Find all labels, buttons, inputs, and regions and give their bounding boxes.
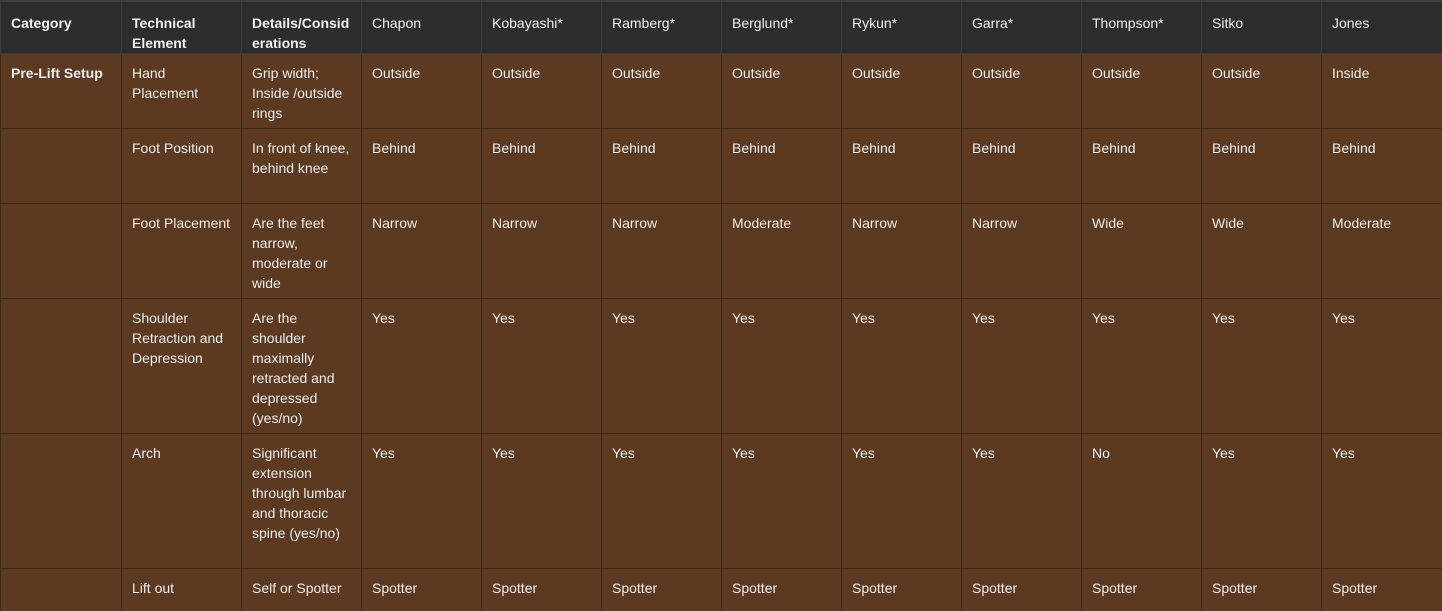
header-technical-element: Technical Element	[121, 0, 242, 54]
category-cell	[0, 433, 122, 569]
table-row: Arch Significant extension through lumba…	[0, 433, 1442, 569]
header-chapon: Chapon	[361, 0, 482, 54]
value-cell: Narrow	[601, 203, 722, 299]
details-cell: In front of knee, behind knee	[241, 128, 362, 204]
value-cell: Yes	[1201, 298, 1322, 434]
value-cell: Inside	[1321, 53, 1442, 129]
element-cell: Foot Position	[121, 128, 242, 204]
value-cell: No	[1081, 433, 1202, 569]
header-jones: Jones	[1321, 0, 1442, 54]
category-cell	[0, 203, 122, 299]
value-cell: Spotter	[1201, 568, 1322, 611]
header-details: Details/Considerations	[241, 0, 362, 54]
details-cell: Significant extension through lumbar and…	[241, 433, 362, 569]
value-cell: Yes	[361, 433, 482, 569]
value-cell: Yes	[721, 298, 842, 434]
header-row: Category Technical Element Details/Consi…	[0, 0, 1442, 54]
value-cell: Outside	[481, 53, 602, 129]
value-cell: Spotter	[721, 568, 842, 611]
table-row: Pre-Lift Setup Hand Placement Grip width…	[0, 53, 1442, 129]
value-cell: Behind	[1201, 128, 1322, 204]
category-cell: Pre-Lift Setup	[0, 53, 122, 129]
value-cell: Behind	[481, 128, 602, 204]
header-ramberg: Ramberg*	[601, 0, 722, 54]
category-cell	[0, 298, 122, 434]
value-cell: Yes	[1081, 298, 1202, 434]
value-cell: Behind	[601, 128, 722, 204]
element-cell: Foot Placement	[121, 203, 242, 299]
table-row: Foot Position In front of knee, behind k…	[0, 128, 1442, 204]
value-cell: Spotter	[961, 568, 1082, 611]
value-cell: Spotter	[841, 568, 962, 611]
value-cell: Yes	[601, 298, 722, 434]
header-kobayashi: Kobayashi*	[481, 0, 602, 54]
value-cell: Moderate	[1321, 203, 1442, 299]
details-cell: Grip width; Inside /outside rings	[241, 53, 362, 129]
value-cell: Yes	[1321, 298, 1442, 434]
value-cell: Yes	[841, 298, 962, 434]
value-cell: Outside	[721, 53, 842, 129]
value-cell: Spotter	[481, 568, 602, 611]
value-cell: Narrow	[481, 203, 602, 299]
value-cell: Yes	[961, 298, 1082, 434]
table-row: Shoulder Retraction and Depression Are t…	[0, 298, 1442, 434]
table-row: Lift out Self or Spotter Spotter Spotter…	[0, 568, 1442, 611]
header-rykun: Rykun*	[841, 0, 962, 54]
value-cell: Behind	[961, 128, 1082, 204]
value-cell: Yes	[1321, 433, 1442, 569]
value-cell: Narrow	[961, 203, 1082, 299]
value-cell: Yes	[721, 433, 842, 569]
value-cell: Yes	[841, 433, 962, 569]
element-cell: Shoulder Retraction and Depression	[121, 298, 242, 434]
element-cell: Lift out	[121, 568, 242, 611]
value-cell: Narrow	[361, 203, 482, 299]
category-cell	[0, 128, 122, 204]
data-table-container: Category Technical Element Details/Consi…	[0, 0, 1442, 611]
table-row: Foot Placement Are the feet narrow, mode…	[0, 203, 1442, 299]
value-cell: Yes	[481, 433, 602, 569]
value-cell: Moderate	[721, 203, 842, 299]
value-cell: Behind	[1081, 128, 1202, 204]
value-cell: Outside	[961, 53, 1082, 129]
value-cell: Behind	[361, 128, 482, 204]
header-category: Category	[0, 0, 122, 54]
value-cell: Yes	[961, 433, 1082, 569]
value-cell: Spotter	[1081, 568, 1202, 611]
header-sitko: Sitko	[1201, 0, 1322, 54]
header-thompson: Thompson*	[1081, 0, 1202, 54]
header-garra: Garra*	[961, 0, 1082, 54]
value-cell: Behind	[1321, 128, 1442, 204]
value-cell: Spotter	[1321, 568, 1442, 611]
value-cell: Wide	[1201, 203, 1322, 299]
value-cell: Outside	[361, 53, 482, 129]
value-cell: Outside	[1201, 53, 1322, 129]
value-cell: Yes	[1201, 433, 1322, 569]
header-berglund: Berglund*	[721, 0, 842, 54]
value-cell: Narrow	[841, 203, 962, 299]
value-cell: Yes	[601, 433, 722, 569]
element-cell: Arch	[121, 433, 242, 569]
details-cell: Are the feet narrow, moderate or wide	[241, 203, 362, 299]
value-cell: Yes	[361, 298, 482, 434]
value-cell: Outside	[841, 53, 962, 129]
details-cell: Self or Spotter	[241, 568, 362, 611]
value-cell: Behind	[841, 128, 962, 204]
details-cell: Are the shoulder maximally retracted and…	[241, 298, 362, 434]
value-cell: Outside	[1081, 53, 1202, 129]
lifter-technique-table: Category Technical Element Details/Consi…	[0, 0, 1442, 611]
element-cell: Hand Placement	[121, 53, 242, 129]
value-cell: Spotter	[361, 568, 482, 611]
category-cell	[0, 568, 122, 611]
value-cell: Spotter	[601, 568, 722, 611]
value-cell: Behind	[721, 128, 842, 204]
value-cell: Outside	[601, 53, 722, 129]
value-cell: Yes	[481, 298, 602, 434]
value-cell: Wide	[1081, 203, 1202, 299]
